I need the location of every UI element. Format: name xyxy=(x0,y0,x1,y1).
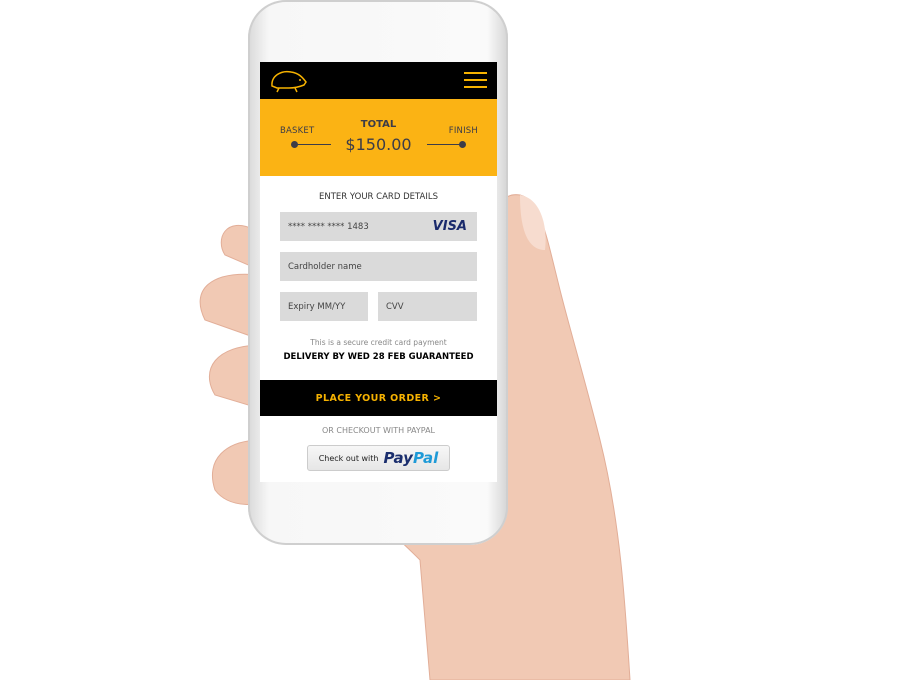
paypal-button-text: Check out with xyxy=(318,453,379,463)
card-number-field[interactable]: **** **** **** 1483 VISA xyxy=(280,212,477,241)
cardholder-name-field[interactable]: Cardholder name xyxy=(280,252,477,281)
cvv-placeholder: CVV xyxy=(386,301,404,312)
expiry-field[interactable]: Expiry MM/YY xyxy=(280,292,368,321)
card-number-value: **** **** **** 1483 xyxy=(288,221,369,232)
step-finish: FINISH xyxy=(448,126,478,136)
secure-note: This is a secure credit card payment xyxy=(310,338,447,347)
hedgehog-icon xyxy=(271,70,307,93)
hamburger-menu-icon[interactable] xyxy=(464,72,487,93)
checkout-progress: BASKET TOTAL $150.00 FINISH xyxy=(260,99,497,176)
visa-logo: VISA xyxy=(432,219,467,234)
delivery-guarantee: DELIVERY BY WED 28 FEB GUARANTEED xyxy=(283,352,474,362)
card-form: ENTER YOUR CARD DETAILS **** **** **** 1… xyxy=(260,176,497,482)
progress-line-right xyxy=(427,144,463,145)
cvv-field[interactable]: CVV xyxy=(378,292,477,321)
step-finish-dot xyxy=(459,141,466,148)
card-form-title: ENTER YOUR CARD DETAILS xyxy=(319,192,438,202)
place-order-button[interactable]: PLACE YOUR ORDER > xyxy=(260,380,497,416)
paypal-divider: OR CHECKOUT WITH PAYPAL xyxy=(321,426,436,435)
paypal-logo: PayPal xyxy=(383,449,439,467)
phone-screen: BASKET TOTAL $150.00 FINISH ENTER YOUR C… xyxy=(260,62,497,482)
app-header xyxy=(260,62,497,99)
expiry-placeholder: Expiry MM/YY xyxy=(288,301,346,312)
cardholder-placeholder: Cardholder name xyxy=(288,261,362,272)
paypal-checkout-button[interactable]: Check out with PayPal xyxy=(307,445,450,471)
